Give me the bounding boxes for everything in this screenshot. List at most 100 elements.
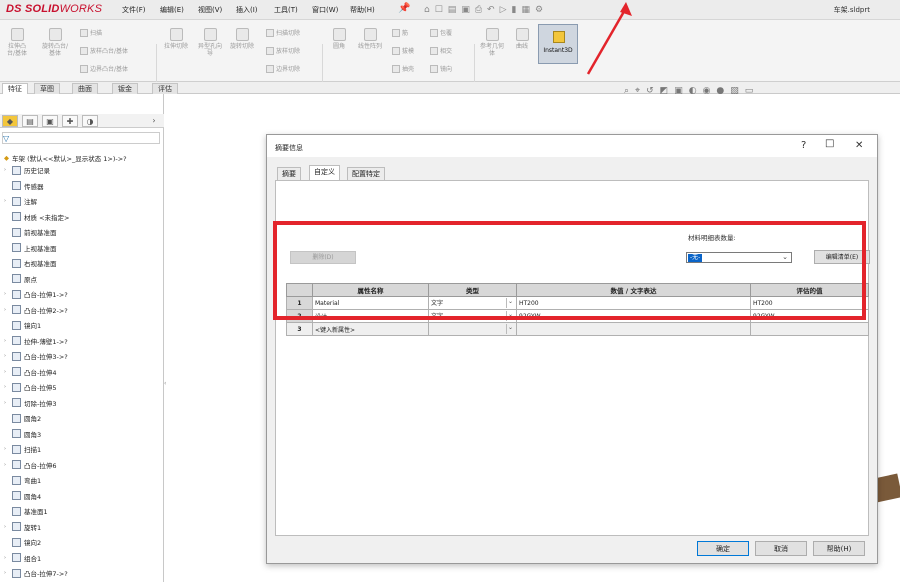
extruded-cut-button[interactable]: 拉伸切除 [160, 28, 192, 50]
expand-arrow-icon[interactable]: › [4, 555, 9, 561]
lofted-cut-button[interactable]: 放样切除 [266, 46, 300, 55]
new-property-row[interactable]: 3 <键入新属性> ⌄ [286, 322, 869, 336]
expand-arrow-icon[interactable]: › [4, 307, 9, 313]
close-icon[interactable]: ✕ [855, 140, 863, 151]
tree-item[interactable]: 圆角3 [4, 429, 41, 439]
tree-item[interactable]: › 组合1 [4, 553, 41, 563]
home-icon[interactable]: ⌂ [424, 5, 430, 15]
property-name-cell[interactable]: <键入新属性> [312, 322, 429, 336]
hole-wizard-button[interactable]: 异型孔向导 [196, 28, 224, 57]
tree-item[interactable]: 圆角2 [4, 413, 41, 423]
tree-filter-input[interactable] [2, 132, 160, 144]
tree-item[interactable]: 上视基准面 [4, 243, 57, 253]
row-number[interactable]: 3 [286, 322, 313, 336]
configuration-tab-icon[interactable]: ▣ [42, 115, 58, 127]
fillet-button[interactable]: 圆角 [326, 28, 352, 50]
menu-file[interactable]: 文件(F) [122, 5, 146, 15]
tree-item[interactable]: › 凸台-拉伸5 [4, 382, 56, 392]
tree-item[interactable]: 基准面1 [4, 506, 48, 516]
boundary-boss-button[interactable]: 边界凸台/基体 [80, 64, 128, 73]
tree-item[interactable]: › 凸台-拉伸3->? [4, 351, 68, 361]
swept-cut-button[interactable]: 扫描切除 [266, 28, 300, 37]
tree-item[interactable]: › 凸台-拉伸4 [4, 367, 56, 377]
tree-item[interactable]: 镜向2 [4, 537, 41, 547]
expand-arrow-icon[interactable]: › [4, 338, 9, 344]
menu-window[interactable]: 窗口(W) [312, 5, 338, 15]
tab-evaluate[interactable]: 评估 [152, 83, 178, 94]
ok-button[interactable]: 确定 [697, 541, 749, 556]
menu-tools[interactable]: 工具(T) [274, 5, 298, 15]
mirror-button[interactable]: 镜向 [430, 64, 452, 73]
tree-item[interactable]: › 凸台-拉伸1->? [4, 289, 68, 299]
tree-root-part[interactable]: ◆ 车架 (默认<<默认>_显示状态 1>)->? [4, 153, 127, 163]
expand-arrow-icon[interactable]: › [4, 400, 9, 406]
tree-item[interactable]: 材质 <未指定> [4, 212, 69, 222]
options-icon[interactable]: ⚙ [535, 5, 543, 15]
boundary-cut-button[interactable]: 边界切除 [266, 64, 300, 73]
expand-arrow-icon[interactable]: › [4, 198, 9, 204]
menu-insert[interactable]: 插入(I) [236, 5, 258, 15]
menu-help[interactable]: 帮助(H) [350, 5, 375, 15]
tab-custom[interactable]: 自定义 [309, 165, 340, 180]
file-props-icon[interactable]: ▦ [521, 5, 530, 15]
tree-item[interactable]: 镜向1 [4, 320, 41, 330]
revolved-boss-button[interactable]: 旋转凸台/基体 [40, 28, 70, 57]
intersect-button[interactable]: 相交 [430, 46, 452, 55]
expand-arrow-icon[interactable]: › [4, 369, 9, 375]
tree-item[interactable]: 弯曲1 [4, 475, 41, 485]
expand-arrow-icon[interactable]: › [4, 291, 9, 297]
cancel-button[interactable]: 取消 [755, 541, 807, 556]
help-icon[interactable]: ? [801, 140, 806, 151]
select-icon[interactable]: ▷ [500, 5, 507, 15]
draft-button[interactable]: 拔模 [392, 46, 414, 55]
display-manager-tab-icon[interactable]: ◑ [82, 115, 98, 127]
tree-item[interactable]: 传感器 [4, 181, 44, 191]
chevron-down-icon[interactable]: ⌄ [506, 324, 514, 334]
undo-icon[interactable]: ↶ [487, 5, 495, 15]
property-manager-tab-icon[interactable]: ▤ [22, 115, 38, 127]
tree-item[interactable]: › 切除-拉伸3 [4, 398, 56, 408]
menu-edit[interactable]: 编辑(E) [160, 5, 184, 15]
tab-config-specific[interactable]: 配置特定 [347, 167, 385, 180]
expand-arrow-icon[interactable]: › [4, 446, 9, 452]
value-cell[interactable] [516, 322, 751, 336]
expand-arrow-icon[interactable]: › [4, 353, 9, 359]
dimxpert-tab-icon[interactable]: ✚ [62, 115, 78, 127]
type-cell[interactable]: ⌄ [428, 322, 517, 336]
expand-arrow-icon[interactable]: › [4, 570, 9, 576]
linear-pattern-button[interactable]: 线性阵列 [356, 28, 384, 50]
open-icon[interactable]: ▤ [448, 5, 457, 15]
curves-button[interactable]: 曲线 [510, 28, 534, 50]
menu-view[interactable]: 视图(V) [198, 5, 222, 15]
tree-item[interactable]: 前视基准面 [4, 227, 57, 237]
tree-item[interactable]: 右视基准面 [4, 258, 57, 268]
tree-item[interactable]: › 扫描1 [4, 444, 41, 454]
chevron-right-icon[interactable]: › [146, 115, 162, 127]
wrap-button[interactable]: 包覆 [430, 28, 452, 37]
tree-item[interactable]: › 旋转1 [4, 522, 41, 532]
tree-item[interactable]: › 凸台-拉伸6 [4, 460, 56, 470]
feature-tree-tab-icon[interactable]: ◆ [2, 115, 18, 127]
reference-geometry-button[interactable]: 参考几何体 [478, 28, 506, 57]
expand-arrow-icon[interactable]: › [4, 167, 9, 173]
tree-item[interactable]: › 拉伸-薄壁1->? [4, 336, 68, 346]
tab-sheet-metal[interactable]: 钣金 [112, 83, 138, 94]
revolved-cut-button[interactable]: 旋转切除 [228, 28, 256, 50]
tree-item[interactable]: › 注解 [4, 196, 37, 206]
pin-icon[interactable]: 📌 [398, 3, 410, 14]
maximize-icon[interactable]: □ [825, 138, 834, 149]
tree-item[interactable]: › 历史记录 [4, 165, 50, 175]
tab-features[interactable]: 特征 [2, 83, 28, 94]
new-icon[interactable]: ☐ [435, 5, 443, 15]
tab-sketch[interactable]: 草图 [34, 83, 60, 94]
expand-arrow-icon[interactable]: › [4, 384, 9, 390]
expand-arrow-icon[interactable]: › [4, 462, 9, 468]
expand-arrow-icon[interactable]: › [4, 524, 9, 530]
solidworks-logo[interactable]: DS SOLIDWORKS [6, 3, 102, 15]
swept-boss-button[interactable]: 扫描 [80, 28, 102, 37]
tree-item[interactable]: 圆角4 [4, 491, 41, 501]
extruded-boss-button[interactable]: 拉伸凸台/基体 [4, 28, 30, 57]
rib-button[interactable]: 筋 [392, 28, 408, 37]
rebuild-icon[interactable]: ▮ [512, 5, 517, 15]
help-button[interactable]: 帮助(H) [813, 541, 865, 556]
